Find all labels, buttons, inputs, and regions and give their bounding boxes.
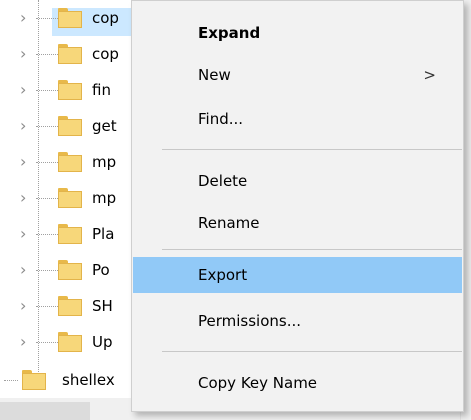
folder-icon xyxy=(58,80,82,100)
chevron-right-icon[interactable]: › xyxy=(20,262,34,278)
tree-connector xyxy=(36,342,58,343)
tree-item-label: Up xyxy=(92,333,113,351)
tree-connector xyxy=(36,306,58,307)
tree-connector xyxy=(36,234,58,235)
chevron-right-icon[interactable]: › xyxy=(20,10,34,26)
tree-item-shellex[interactable]: shellex xyxy=(0,362,140,398)
chevron-right-icon[interactable]: › xyxy=(20,82,34,98)
menu-item-label: Expand xyxy=(198,24,261,42)
folder-icon xyxy=(58,224,82,244)
menu-item-expand[interactable]: Expand xyxy=(133,15,462,51)
chevron-right-icon[interactable]: › xyxy=(20,118,34,134)
tree-connector xyxy=(36,18,58,19)
menu-item-label: Permissions... xyxy=(198,312,302,330)
menu-separator xyxy=(162,249,462,250)
tree-item-label: cop xyxy=(92,9,119,27)
folder-icon xyxy=(58,152,82,172)
menu-item-copy-key-name[interactable]: Copy Key Name xyxy=(133,365,462,401)
menu-item-label: Export xyxy=(198,266,248,284)
folder-icon xyxy=(22,370,46,390)
menu-item-label: New xyxy=(198,66,231,84)
tree-connector xyxy=(36,270,58,271)
tree-item-label: get xyxy=(92,117,117,135)
tree-item-label: shellex xyxy=(62,371,115,389)
folder-icon xyxy=(58,44,82,64)
chevron-right-icon[interactable]: › xyxy=(20,154,34,170)
folder-icon xyxy=(58,188,82,208)
menu-separator xyxy=(162,149,462,150)
tree-item-label: Po xyxy=(92,261,110,279)
menu-item-permissions[interactable]: Permissions... xyxy=(133,303,462,339)
folder-icon xyxy=(58,296,82,316)
tree-item-label: mp xyxy=(92,189,117,207)
menu-item-label: Find... xyxy=(198,110,244,128)
folder-icon xyxy=(58,260,82,280)
tree-connector xyxy=(36,54,58,55)
tree-connector xyxy=(36,198,58,199)
tree-item-label: SH xyxy=(92,297,113,315)
menu-item-rename[interactable]: Rename xyxy=(133,205,462,241)
tree-item-label: fin xyxy=(92,81,111,99)
chevron-right-icon[interactable]: › xyxy=(20,298,34,314)
chevron-right-icon[interactable]: › xyxy=(20,46,34,62)
tree-connector xyxy=(36,90,58,91)
scrollbar-thumb[interactable] xyxy=(0,402,90,420)
tree-item-label: cop xyxy=(92,45,119,63)
tree-connector xyxy=(36,162,58,163)
menu-item-label: Rename xyxy=(198,214,260,232)
tree-item-label: mp xyxy=(92,153,117,171)
menu-item-find[interactable]: Find... xyxy=(133,101,462,137)
chevron-right-icon[interactable]: › xyxy=(20,334,34,350)
menu-item-label: Delete xyxy=(198,172,248,190)
menu-item-new[interactable]: New > xyxy=(133,57,462,93)
chevron-right-icon[interactable]: › xyxy=(20,190,34,206)
menu-item-delete[interactable]: Delete xyxy=(133,163,462,199)
chevron-right-icon[interactable]: › xyxy=(20,226,34,242)
menu-separator xyxy=(162,351,462,352)
folder-icon xyxy=(58,116,82,136)
menu-item-label: Copy Key Name xyxy=(198,374,318,392)
tree-connector xyxy=(4,380,18,381)
tree-connector xyxy=(36,126,58,127)
context-menu: Expand New > Find... Delete Rename Expor… xyxy=(131,0,464,412)
folder-icon xyxy=(58,332,82,352)
folder-icon xyxy=(58,8,82,28)
tree-item-label: Pla xyxy=(92,225,115,243)
menu-item-export[interactable]: Export xyxy=(133,257,462,293)
submenu-arrow-icon: > xyxy=(423,66,436,84)
